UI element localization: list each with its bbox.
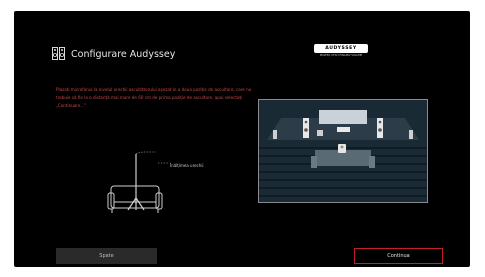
subwoofer-icon xyxy=(317,130,323,136)
tv-screen xyxy=(319,110,367,124)
speaker-icon-front-right xyxy=(377,118,383,138)
back-button[interactable]: Spate xyxy=(56,248,157,264)
microphone-position-icon xyxy=(338,144,346,153)
microphone-placement-illustration xyxy=(107,151,168,213)
speaker-icon xyxy=(52,45,65,64)
speaker-icon-center xyxy=(337,127,350,132)
speaker-icon-side-left xyxy=(273,130,277,139)
ear-height-label: Înălțimea urechii xyxy=(170,163,204,168)
instructions-text: Plasați microfonul la nivelul urechii as… xyxy=(56,87,252,108)
audyssey-logo: AUDYSSEY MULTEQ XT32 DYNAMIC VOLUME xyxy=(314,44,368,57)
continue-button[interactable]: Continua xyxy=(354,248,443,264)
page-title: Configurare Audyssey xyxy=(71,49,176,60)
setup-screen: Configurare Audyssey AUDYSSEY MULTEQ XT3… xyxy=(14,11,470,267)
speaker-icon-side-right xyxy=(409,130,413,139)
room-diagram xyxy=(258,99,428,203)
speaker-icon-front-left xyxy=(303,118,309,138)
logo-subtitle: MULTEQ XT32 DYNAMIC VOLUME xyxy=(319,54,363,57)
logo-text: AUDYSSEY xyxy=(314,44,368,53)
header: Configurare Audyssey xyxy=(52,45,175,64)
